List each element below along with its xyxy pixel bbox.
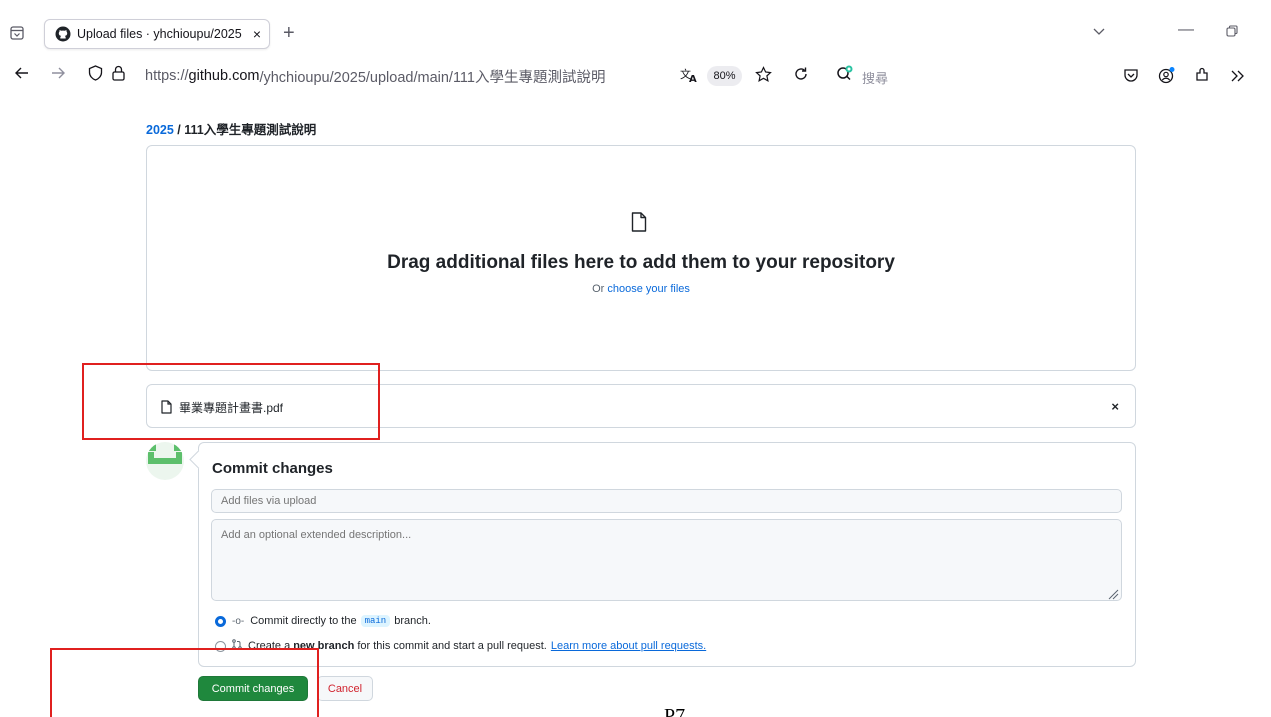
file-drop-zone[interactable]: Drag additional files here to add them t… [146, 145, 1136, 371]
new-branch-suffix: for this commit and start a pull request… [357, 640, 547, 652]
bookmark-star-icon[interactable] [755, 66, 772, 88]
drop-zone-title: Drag additional files here to add them t… [387, 252, 895, 273]
branch-name-badge: main [360, 615, 391, 627]
commit-summary-input[interactable] [211, 489, 1122, 513]
browser-nav-bar: https://github.com/yhchioupu/2025/upload… [0, 59, 1271, 93]
github-icon [55, 26, 71, 42]
page-number: P7 [664, 705, 686, 717]
window-restore-icon[interactable] [1226, 24, 1238, 42]
choose-files-link[interactable]: choose your files [607, 283, 690, 295]
breadcrumb-folder: 111入學生專題測試說明 [184, 123, 317, 137]
commit-direct-prefix: Commit directly to the [250, 615, 357, 627]
remove-file-button[interactable]: × [1111, 399, 1119, 414]
svg-text:A: A [689, 74, 697, 83]
avatar[interactable] [146, 442, 184, 480]
url-prefix: https:// [145, 68, 189, 84]
zoom-level-button[interactable]: 80% [707, 66, 742, 86]
account-icon[interactable] [1158, 66, 1176, 89]
tab-close-icon[interactable]: × [253, 26, 261, 42]
commit-direct-radio[interactable] [215, 615, 226, 627]
annotation-highlight-file [82, 363, 380, 440]
commit-direct-option[interactable]: -o- Commit directly to the main branch. [215, 615, 431, 627]
commit-direct-suffix: branch. [394, 615, 431, 627]
file-icon [631, 212, 647, 237]
browser-tab-strip: Upload files · yhchioupu/2025 × + — [0, 0, 1271, 55]
translate-icon[interactable]: 文A [680, 67, 698, 88]
extensions-icon[interactable] [1194, 66, 1210, 87]
git-commit-icon: -o- [232, 615, 245, 627]
search-input[interactable]: 搜尋 [862, 68, 888, 87]
url-host: github.com [188, 68, 260, 84]
commit-form-title: Commit changes [212, 460, 333, 477]
breadcrumb-repo-link[interactable]: 2025 [146, 123, 174, 137]
url-bar[interactable]: https://github.com/yhchioupu/2025/upload… [145, 61, 665, 91]
overflow-menu-icon[interactable] [1230, 67, 1246, 88]
learn-more-link[interactable]: Learn more about pull requests. [551, 640, 706, 652]
back-arrow-icon[interactable] [14, 65, 30, 86]
search-engine-icon[interactable] [836, 64, 856, 87]
breadcrumb-separator: / [173, 123, 185, 137]
reload-icon[interactable] [793, 66, 809, 87]
resize-handle-icon[interactable] [1107, 587, 1119, 605]
cancel-button[interactable]: Cancel [317, 676, 373, 701]
pocket-icon[interactable] [1123, 67, 1139, 88]
chevron-down-icon[interactable] [1092, 24, 1106, 42]
commit-description-input[interactable] [211, 519, 1122, 601]
window-minimize-button[interactable]: — [1178, 21, 1194, 39]
new-tab-button[interactable]: + [283, 22, 295, 45]
commit-form: Commit changes -o- Commit directly to th… [198, 442, 1136, 667]
url-path: /yhchioupu/2025/upload/main/111入學生專題測試說明 [259, 69, 606, 86]
shield-icon[interactable] [88, 65, 103, 86]
forward-arrow-icon[interactable] [50, 65, 66, 86]
annotation-highlight-commit-button [50, 648, 319, 717]
tab-title: Upload files · yhchioupu/2025 [77, 27, 242, 41]
drop-zone-subtitle: Or choose your files [147, 283, 1135, 295]
drop-zone-prefix: Or [592, 283, 608, 295]
tab-list-icon[interactable] [8, 24, 26, 42]
lock-icon[interactable] [112, 65, 125, 86]
breadcrumb: 2025 / 111入學生專題測試說明 [146, 119, 316, 138]
browser-tab-active[interactable]: Upload files · yhchioupu/2025 × [44, 19, 270, 49]
